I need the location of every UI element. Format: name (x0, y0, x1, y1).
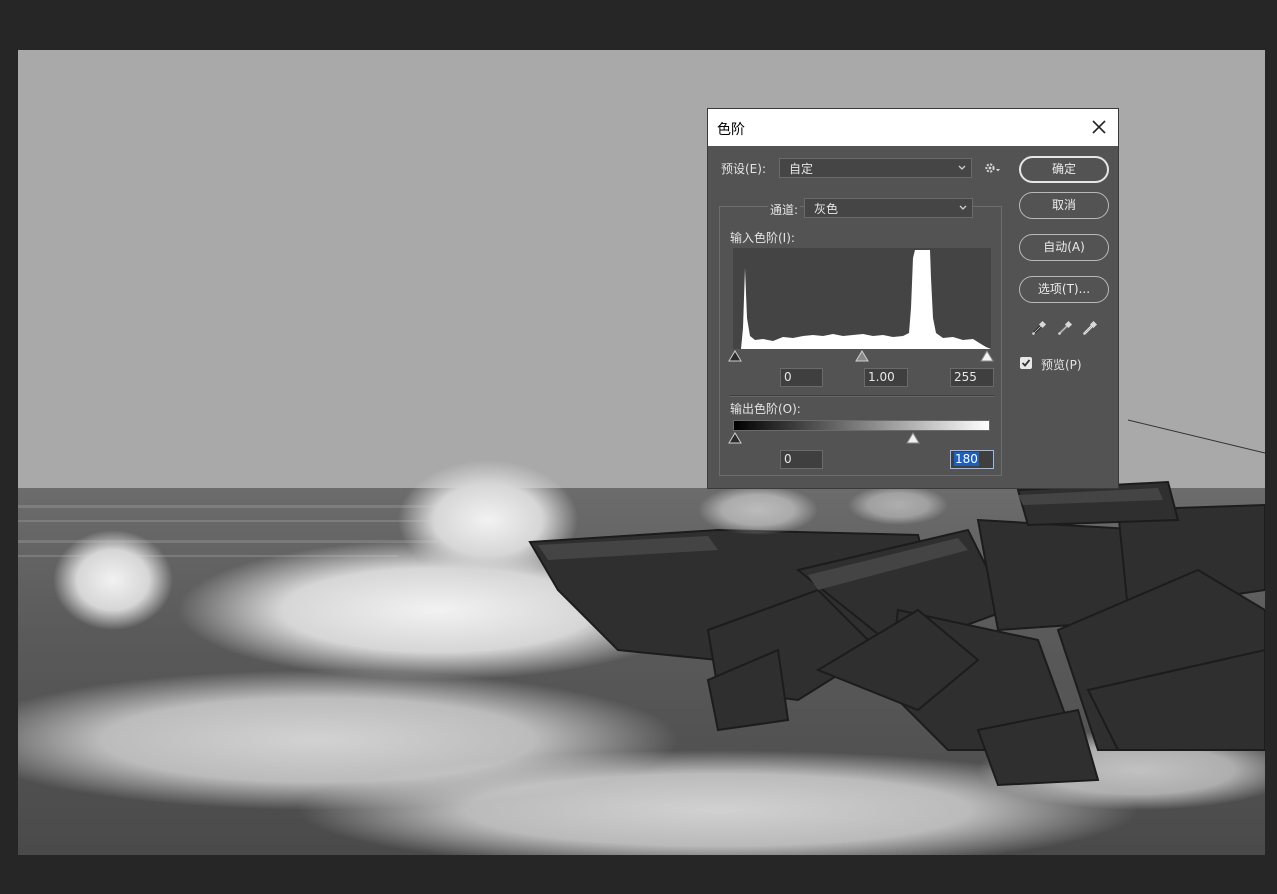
input-white-field[interactable]: 255 (950, 368, 994, 387)
input-gamma-field[interactable]: 1.00 (864, 368, 908, 387)
chevron-down-icon (959, 205, 967, 210)
eyedropper-black-icon[interactable] (1031, 320, 1047, 336)
channel-value: 灰色 (814, 202, 839, 216)
eyedropper-white-icon[interactable] (1082, 320, 1098, 336)
input-levels-label: 输入色阶(I): (730, 231, 795, 245)
output-black-slider[interactable] (728, 432, 742, 444)
close-icon[interactable] (1086, 114, 1112, 140)
auto-button[interactable]: 自动(A) (1019, 234, 1109, 261)
input-gamma-slider[interactable] (855, 350, 869, 362)
output-gradient-bar (733, 420, 990, 431)
input-gamma-value: 1.00 (868, 370, 895, 384)
divider (730, 395, 994, 397)
input-white-slider[interactable] (980, 350, 994, 362)
preset-label: 预设(E): (721, 162, 766, 176)
output-white-field[interactable]: 180 (950, 450, 994, 469)
output-levels-label: 输出色阶(O): (730, 402, 801, 416)
options-button[interactable]: 选项(T)... (1019, 276, 1109, 303)
channel-label: 通道: (768, 201, 801, 218)
dialog-titlebar[interactable]: 色阶 (708, 109, 1118, 146)
preview-label: 预览(P) (1041, 358, 1082, 372)
preset-value: 自定 (789, 162, 814, 176)
input-black-slider[interactable] (728, 350, 742, 362)
levels-dialog: 色阶 预设(E): 自定 通道: 灰色 输入色阶(I): 0 1.00 255 … (707, 108, 1119, 489)
preset-select[interactable]: 自定 (779, 158, 972, 178)
ok-button[interactable]: 确定 (1019, 156, 1109, 183)
output-black-value: 0 (784, 452, 792, 466)
gear-icon[interactable] (984, 161, 1002, 175)
cancel-button[interactable]: 取消 (1019, 192, 1109, 219)
input-black-field[interactable]: 0 (780, 368, 823, 387)
input-black-value: 0 (784, 370, 792, 384)
histogram (733, 248, 991, 349)
histogram-curve (733, 250, 991, 349)
chevron-down-icon (958, 165, 966, 170)
channel-select[interactable]: 灰色 (804, 198, 973, 218)
output-white-value: 180 (954, 452, 979, 466)
eyedropper-gray-icon[interactable] (1057, 320, 1073, 336)
preview-checkbox[interactable] (1020, 357, 1032, 369)
checkmark-icon (1021, 359, 1031, 367)
dialog-title: 色阶 (717, 122, 745, 138)
output-black-field[interactable]: 0 (780, 450, 823, 469)
output-white-slider[interactable] (906, 432, 920, 444)
input-white-value: 255 (954, 370, 977, 384)
